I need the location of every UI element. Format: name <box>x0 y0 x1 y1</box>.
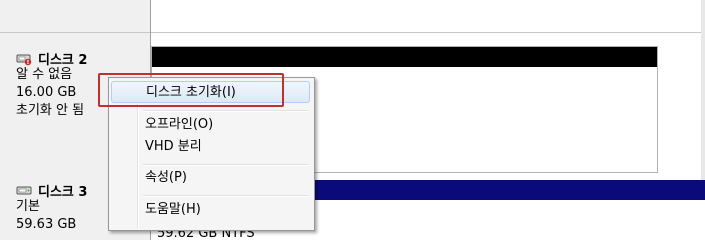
menu-separator <box>143 164 308 166</box>
menu-item-help[interactable]: 도움말(H) <box>111 199 310 221</box>
disk-2-name: 디스크 2 <box>38 52 88 68</box>
disk-2-partition-bar <box>152 47 657 67</box>
menu-separator <box>143 110 308 112</box>
previous-disk-label-area <box>0 0 150 33</box>
menu-item-initialize-disk[interactable]: 디스크 초기화(I) <box>111 81 310 103</box>
menu-item-properties[interactable]: 속성(P) <box>111 167 310 189</box>
disk-context-menu: 디스크 초기화(I) 오프라인(O) VHD 분리 속성(P) 도움말(H) <box>108 77 315 231</box>
menu-item-detach-vhd[interactable]: VHD 분리 <box>111 136 310 158</box>
menu-separator <box>143 195 308 197</box>
disk-unknown-icon <box>16 52 32 66</box>
disk-basic-icon <box>16 184 32 196</box>
disk-3-name: 디스크 3 <box>38 184 88 200</box>
menu-item-offline[interactable]: 오프라인(O) <box>111 114 310 136</box>
previous-disk-partition-area <box>151 0 705 33</box>
